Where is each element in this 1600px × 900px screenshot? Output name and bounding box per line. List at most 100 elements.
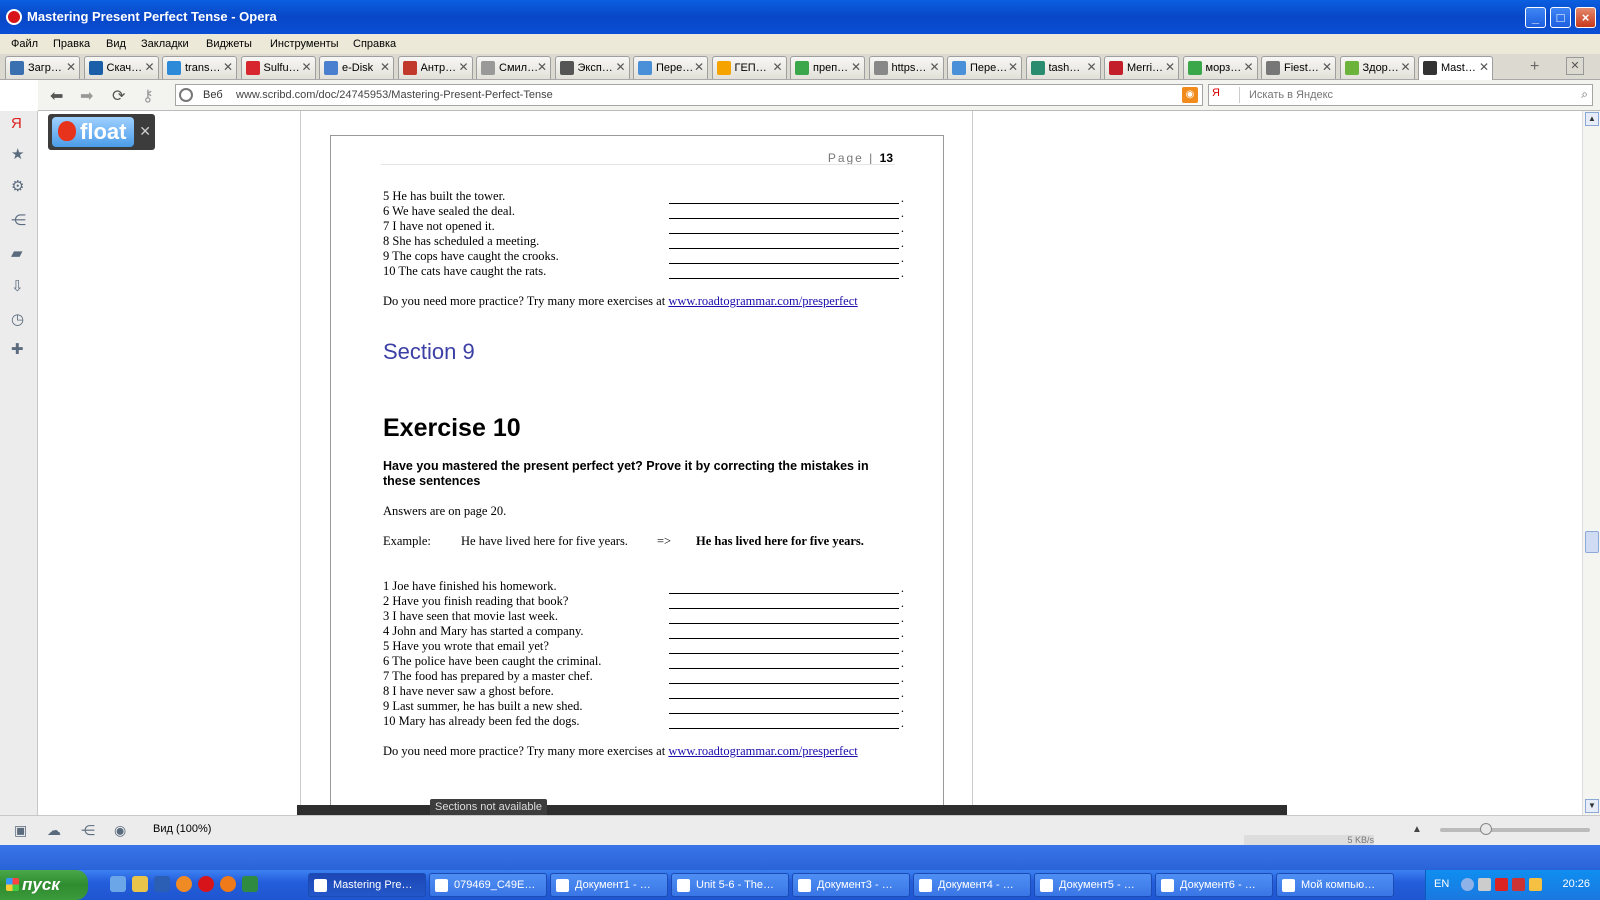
yandex-panel-icon[interactable]: Я <box>11 115 22 132</box>
menu-bookmarks[interactable]: Закладки <box>141 38 189 50</box>
scroll-up-icon[interactable]: ▲ <box>1585 112 1599 126</box>
taskbar-task[interactable]: Документ4 - … <box>913 873 1031 897</box>
tab-15[interactable]: Merri… ✕ <box>1104 56 1179 79</box>
tab-close-icon[interactable]: ✕ <box>537 60 547 74</box>
tab-close-icon[interactable]: ✕ <box>144 60 154 74</box>
zoom-view-label[interactable]: Вид (100%) <box>153 823 211 835</box>
checkmark-tray-icon[interactable] <box>1512 878 1525 891</box>
search-input[interactable] <box>1249 87 1569 103</box>
tab-close-icon[interactable]: ✕ <box>380 60 390 74</box>
tray-app-icon[interactable] <box>1529 878 1542 891</box>
tab-18[interactable]: Здор… ✕ <box>1339 56 1415 79</box>
close-window-button[interactable]: × <box>1575 7 1596 28</box>
scroll-thumb[interactable] <box>1585 531 1599 553</box>
tab-10[interactable]: ГЕП… ✕ <box>711 56 787 79</box>
address-field[interactable]: Веб www.scribd.com/doc/24745953/Masterin… <box>175 84 1203 106</box>
tab-14[interactable]: tash… ✕ <box>1025 56 1101 79</box>
tab-6[interactable]: Антр… ✕ <box>397 56 473 79</box>
word-icon[interactable] <box>154 876 170 892</box>
language-indicator[interactable]: EN <box>1434 878 1449 890</box>
tab-7[interactable]: Смил… ✕ <box>476 56 551 79</box>
key-icon[interactable]: ⚷ <box>142 86 154 106</box>
taskbar-task[interactable]: Документ5 - … <box>1034 873 1152 897</box>
tab-4[interactable]: Sulfu… ✕ <box>240 56 316 79</box>
share-status-icon[interactable]: ⋲ <box>81 822 95 839</box>
practice-link[interactable]: www.roadtogrammar.com/presperfect <box>668 294 857 308</box>
unite-cloud-icon[interactable]: ☁ <box>47 822 61 839</box>
zoom-slider[interactable] <box>1440 823 1590 835</box>
tab-9[interactable]: Пере… ✕ <box>633 56 708 79</box>
taskbar-task[interactable]: Mastering Pre… <box>308 873 426 897</box>
tab-close-icon[interactable]: ✕ <box>301 60 311 74</box>
history-clock-icon[interactable]: ◷ <box>11 310 24 328</box>
tab-close-icon[interactable]: ✕ <box>1479 60 1489 74</box>
tab-close-icon[interactable]: ✕ <box>1322 60 1332 74</box>
turbo-icon[interactable]: ◉ <box>114 822 126 839</box>
tab-menu-button[interactable]: ✕ <box>1566 57 1584 75</box>
tab-close-icon[interactable]: ✕ <box>1165 60 1175 74</box>
tab-close-icon[interactable]: ✕ <box>1400 60 1410 74</box>
reload-icon[interactable]: ⟳ <box>112 86 125 106</box>
search-box[interactable]: Я ⌕ <box>1208 84 1593 106</box>
tab-11[interactable]: преп… ✕ <box>790 56 865 79</box>
menu-help[interactable]: Справка <box>353 38 396 50</box>
tab-2[interactable]: Скач… ✕ <box>83 56 159 79</box>
tab-close-icon[interactable]: ✕ <box>1008 60 1018 74</box>
menu-widgets[interactable]: Виджеты <box>206 38 252 50</box>
taskbar-task[interactable]: Unit 5-6 - The… <box>671 873 789 897</box>
star-bookmarks-icon[interactable]: ★ <box>11 145 24 163</box>
tab-close-icon[interactable]: ✕ <box>458 60 468 74</box>
gear-icon[interactable]: ⚙ <box>11 177 24 195</box>
tab-close-icon[interactable]: ✕ <box>1086 60 1096 74</box>
menu-file[interactable]: Файл <box>11 38 38 50</box>
tab-close-icon[interactable]: ✕ <box>929 60 939 74</box>
share-icon[interactable]: ⋲ <box>11 211 26 229</box>
explorer-icon[interactable] <box>132 876 148 892</box>
panel-toggle-icon[interactable]: ▣ <box>14 822 27 839</box>
tray-arrow-icon[interactable] <box>1461 878 1474 891</box>
rss-icon[interactable]: ◉ <box>1182 87 1198 103</box>
tab-13[interactable]: Пере… ✕ <box>947 56 1022 79</box>
add-panel-icon[interactable]: ✚ <box>11 340 24 358</box>
close-icon[interactable]: ✕ <box>139 123 151 140</box>
tab-16[interactable]: морз… ✕ <box>1182 56 1258 79</box>
vertical-scrollbar[interactable]: ▲ ▼ <box>1582 111 1600 815</box>
tab-3[interactable]: trans… ✕ <box>162 56 237 79</box>
float-widget[interactable]: float ✕ <box>48 114 155 150</box>
taskbar-task[interactable]: 079469_C49E… <box>429 873 547 897</box>
browser-icon[interactable] <box>220 876 236 892</box>
yandex-engine-icon[interactable]: Я <box>1212 87 1240 103</box>
menu-view[interactable]: Вид <box>106 38 126 50</box>
back-arrow-icon[interactable]: ⬅ <box>50 86 63 106</box>
antivirus-icon[interactable] <box>1495 878 1508 891</box>
tab-close-icon[interactable]: ✕ <box>1243 60 1253 74</box>
new-tab-button[interactable]: + <box>1530 58 1539 76</box>
tab-close-icon[interactable]: ✕ <box>223 60 233 74</box>
tab-1[interactable]: Загр… ✕ <box>5 56 80 79</box>
tab-12[interactable]: https… ✕ <box>868 56 944 79</box>
taskbar-task[interactable]: Документ1 - … <box>550 873 668 897</box>
tab-close-icon[interactable]: ✕ <box>694 60 704 74</box>
downloads-icon[interactable]: ⇩ <box>11 277 24 295</box>
forward-arrow-icon[interactable]: ➡ <box>80 86 93 106</box>
opera-icon[interactable] <box>198 876 214 892</box>
address-url[interactable]: www.scribd.com/doc/24745953/Mastering-Pr… <box>236 89 553 101</box>
scroll-down-icon[interactable]: ▼ <box>1585 799 1599 813</box>
network-icon[interactable] <box>1478 878 1491 891</box>
maximize-button[interactable]: □ <box>1550 7 1571 28</box>
menu-edit[interactable]: Правка <box>53 38 90 50</box>
zoom-slider-knob[interactable] <box>1480 823 1492 835</box>
start-button[interactable]: пуск <box>0 870 88 900</box>
firefox-icon[interactable] <box>176 876 192 892</box>
zoom-triangle-icon[interactable]: ▲ <box>1412 824 1422 835</box>
taskbar-task[interactable]: Мой компью… <box>1276 873 1394 897</box>
notes-icon[interactable]: ▰ <box>11 244 23 262</box>
show-desktop-icon[interactable] <box>110 876 126 892</box>
menu-tools[interactable]: Инструменты <box>270 38 339 50</box>
tab-19[interactable]: Mast… ✕ <box>1418 56 1493 80</box>
taskbar-task[interactable]: Документ6 - … <box>1155 873 1273 897</box>
tab-close-icon[interactable]: ✕ <box>851 60 861 74</box>
tab-8[interactable]: Эксп… ✕ <box>554 56 630 79</box>
minimize-button[interactable]: _ <box>1525 7 1546 28</box>
tab-5[interactable]: e-Disk ✕ <box>319 56 394 79</box>
